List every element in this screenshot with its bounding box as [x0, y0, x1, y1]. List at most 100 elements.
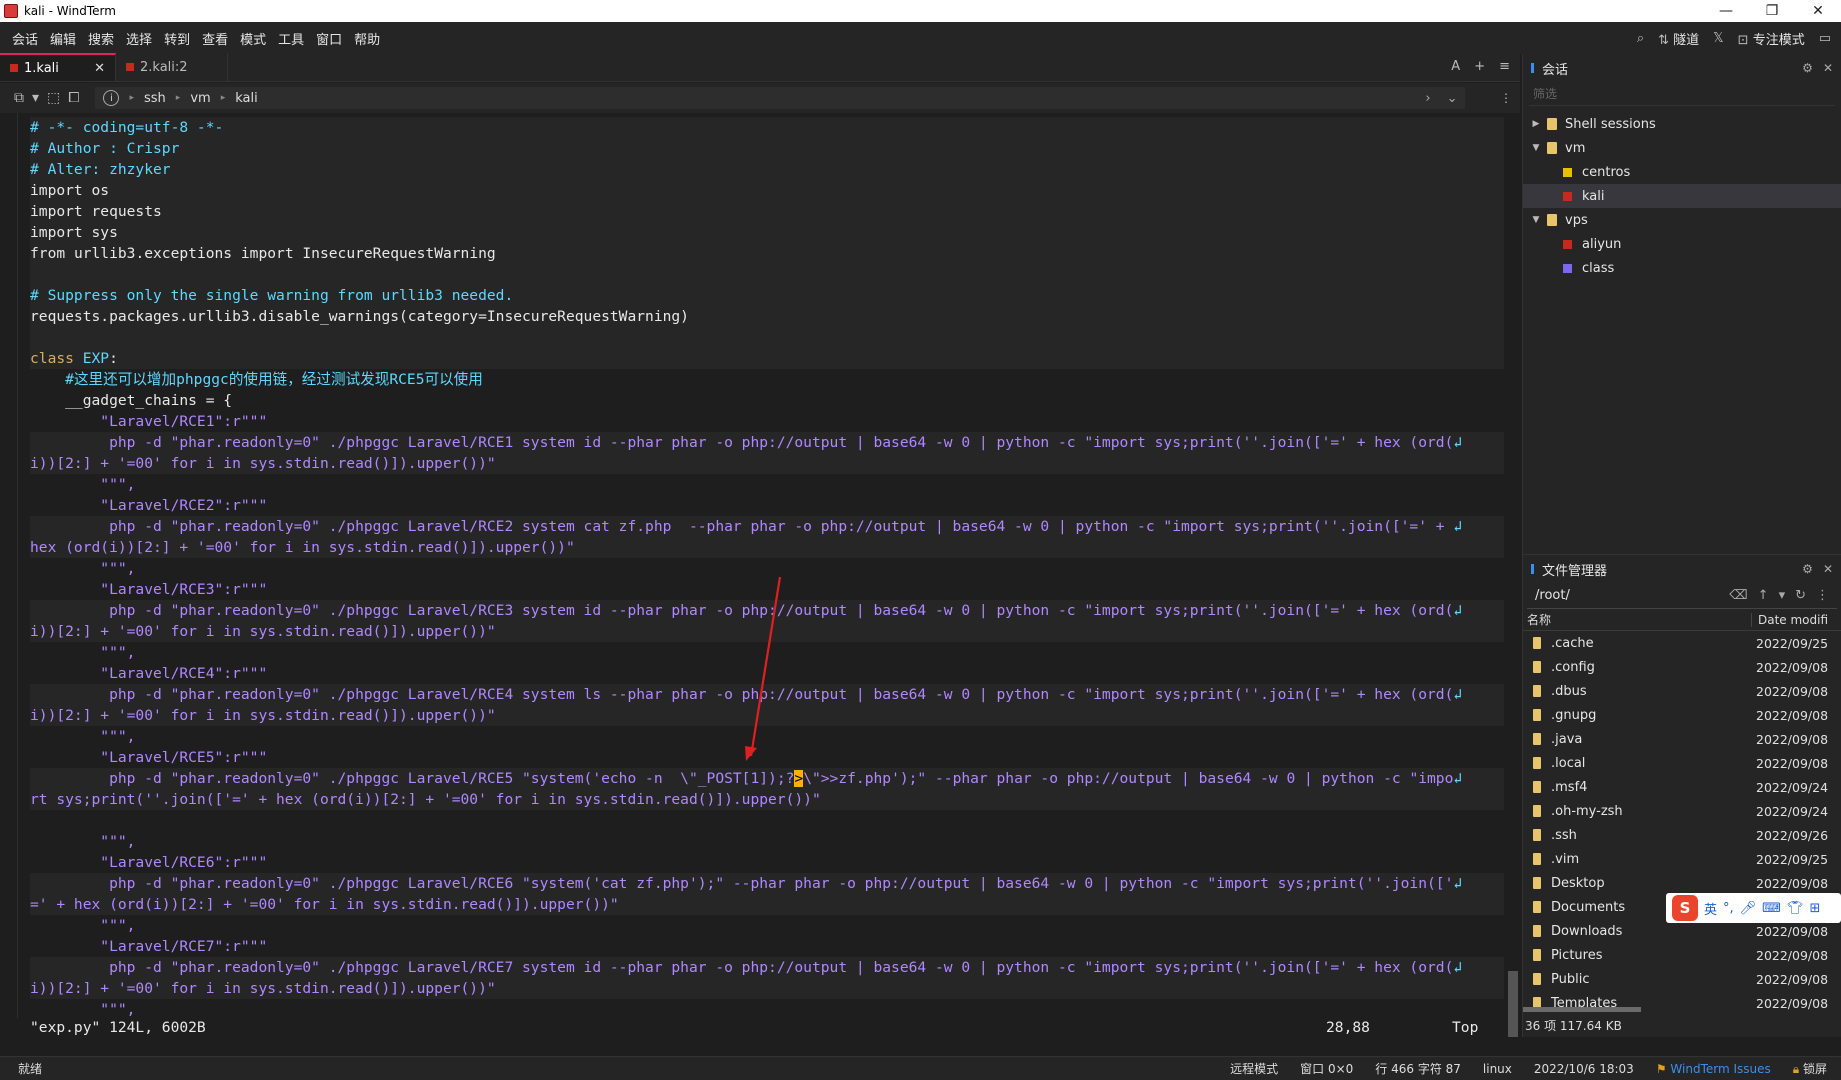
more-options-icon[interactable]: ⋮: [1500, 91, 1512, 105]
up-directory-icon[interactable]: ↑: [1758, 588, 1769, 603]
file-row[interactable]: Desktop 2022/09/08: [1523, 871, 1841, 895]
session-folder[interactable]: ▼ vps: [1523, 208, 1841, 232]
file-row[interactable]: .dbus 2022/09/08: [1523, 679, 1841, 703]
tab-kali-2[interactable]: 2.kali:2: [116, 53, 228, 81]
scrollbar-thumb[interactable]: [1523, 1007, 1641, 1012]
file-row[interactable]: .oh-my-zsh 2022/09/24: [1523, 799, 1841, 823]
close-icon[interactable]: ✕: [1823, 562, 1833, 576]
menu-mode[interactable]: 模式: [234, 29, 272, 48]
session-item[interactable]: centros: [1523, 160, 1841, 184]
more-options-icon[interactable]: ⋮: [1816, 588, 1829, 603]
code-token: i))[2:] + '=00' for i in sys.stdin.read(…: [30, 623, 496, 640]
menu-session[interactable]: 会话: [6, 29, 44, 48]
session-item[interactable]: kali: [1523, 184, 1841, 208]
menu-goto[interactable]: 转到: [158, 29, 196, 48]
breadcrumb-kali[interactable]: kali: [235, 91, 258, 106]
file-row[interactable]: Pictures 2022/09/08: [1523, 943, 1841, 967]
filter-placeholder: 筛选: [1533, 87, 1558, 101]
clear-icon[interactable]: ⌫: [1729, 588, 1747, 603]
tab-menu-button[interactable]: ≡: [1499, 59, 1510, 74]
close-icon[interactable]: ✕: [1823, 61, 1833, 75]
tunnel-button[interactable]: ⇅ 隧道: [1658, 29, 1699, 48]
ime-language[interactable]: 英: [1704, 899, 1717, 918]
tab-label: 2.kali:2: [140, 59, 188, 75]
datetime: 2022/10/6 18:03: [1533, 1061, 1634, 1076]
file-list-hscrollbar[interactable]: [1523, 1005, 1841, 1013]
file-row[interactable]: .gnupg 2022/09/08: [1523, 703, 1841, 727]
session-folder[interactable]: ▼ vm: [1523, 136, 1841, 160]
issues-link[interactable]: ⚑ WindTerm Issues: [1656, 1062, 1771, 1076]
code-line: import sys: [30, 222, 1504, 243]
info-icon[interactable]: i: [103, 90, 120, 106]
file-row[interactable]: .local 2022/09/08: [1523, 751, 1841, 775]
chevron-down-icon[interactable]: ▾: [1779, 588, 1786, 603]
tab-kali-1[interactable]: 1.kali ✕: [0, 53, 116, 81]
remote-mode[interactable]: 远程模式: [1230, 1060, 1278, 1077]
open-session-icon[interactable]: ⬚: [47, 90, 60, 106]
line-char-position[interactable]: 行 466 字符 87: [1375, 1060, 1461, 1077]
menu-window[interactable]: 窗口: [310, 29, 348, 48]
menu-tools[interactable]: 工具: [272, 29, 310, 48]
file-row[interactable]: .vim 2022/09/25: [1523, 847, 1841, 871]
tab-bar: 1.kali ✕ 2.kali:2 A + ≡: [0, 53, 1520, 82]
dropdown-icon[interactable]: ▾: [32, 90, 39, 106]
tree-label: Shell sessions: [1565, 116, 1656, 132]
skin-icon[interactable]: 👕︎: [1787, 901, 1804, 916]
search-icon[interactable]: ⌕: [1637, 31, 1644, 46]
code-token: """,: [30, 917, 136, 934]
terminal-editor[interactable]: # -*- coding=utf-8 -*- # Author : Crispr #…: [0, 113, 1520, 1018]
path-input[interactable]: /root/ ⌫ ↑ ▾ ↻ ⋮: [1527, 583, 1837, 609]
chevron-down-icon[interactable]: ▼: [1529, 215, 1543, 225]
scrollbar-thumb[interactable]: [1508, 971, 1518, 1037]
breadcrumb-vm[interactable]: vm: [190, 91, 210, 106]
file-row[interactable]: .java 2022/09/08: [1523, 727, 1841, 751]
close-tab-icon[interactable]: ✕: [94, 61, 105, 76]
breadcrumb-ssh[interactable]: ssh: [144, 91, 166, 106]
focus-mode-button[interactable]: ⊡ 专注模式: [1738, 29, 1805, 48]
menu-help[interactable]: 帮助: [348, 29, 386, 48]
keyboard-icon[interactable]: ⌨: [1762, 901, 1781, 916]
editor-scrollbar[interactable]: [1506, 113, 1520, 1038]
editor-gutter: [0, 113, 18, 1018]
menu-edit[interactable]: 编辑: [44, 29, 82, 48]
code-view[interactable]: # -*- coding=utf-8 -*- # Author : Crispr #…: [30, 117, 1504, 1018]
punctuation-icon[interactable]: °,: [1723, 901, 1734, 916]
menu-view[interactable]: 查看: [196, 29, 234, 48]
file-row[interactable]: Public 2022/09/08: [1523, 967, 1841, 991]
new-tab-button[interactable]: +: [1474, 59, 1485, 74]
panel-accent: [1531, 564, 1534, 574]
file-row[interactable]: .ssh 2022/09/26: [1523, 823, 1841, 847]
menu-search[interactable]: 搜索: [82, 29, 120, 48]
microphone-icon[interactable]: 🎤︎: [1740, 901, 1757, 916]
chevron-right-icon[interactable]: ▶: [1529, 119, 1543, 129]
code-token: ↲: [1453, 959, 1463, 976]
menu-select[interactable]: 选择: [120, 29, 158, 48]
column-date[interactable]: Date modifi: [1751, 612, 1828, 627]
gear-icon[interactable]: ⚙: [1802, 562, 1813, 576]
ime-toolbar[interactable]: S 英 °, 🎤︎ ⌨ 👕︎ ⊞: [1666, 893, 1841, 923]
close-window-button[interactable]: ✕: [1795, 0, 1841, 22]
x-icon[interactable]: 𝕏: [1713, 31, 1723, 46]
session-folder[interactable]: ▶ Shell sessions: [1523, 112, 1841, 136]
layout-icon[interactable]: ▭: [1819, 31, 1831, 46]
session-item[interactable]: aliyun: [1523, 232, 1841, 256]
new-session-icon[interactable]: ⧉: [14, 90, 24, 106]
file-row[interactable]: .config 2022/09/08: [1523, 655, 1841, 679]
chevron-down-icon[interactable]: ⌄: [1447, 91, 1458, 106]
refresh-icon[interactable]: ↻: [1795, 588, 1806, 603]
session-item[interactable]: class: [1523, 256, 1841, 280]
session-filter-input[interactable]: 筛选: [1529, 82, 1835, 106]
column-name[interactable]: 名称: [1527, 611, 1751, 628]
lock-screen-button[interactable]: 🔒︎ 锁屏: [1793, 1060, 1827, 1077]
duplicate-session-icon[interactable]: ⧠: [68, 90, 79, 106]
restore-button[interactable]: ❐: [1749, 0, 1795, 22]
chevron-down-icon[interactable]: ▼: [1529, 143, 1543, 153]
file-row[interactable]: .cache 2022/09/25: [1523, 631, 1841, 655]
gear-icon[interactable]: ⚙: [1802, 61, 1813, 75]
apps-grid-icon[interactable]: ⊞: [1809, 901, 1820, 916]
file-row[interactable]: .msf4 2022/09/24: [1523, 775, 1841, 799]
font-button[interactable]: A: [1451, 59, 1460, 74]
forward-icon[interactable]: ›: [1425, 91, 1430, 106]
minimize-button[interactable]: —: [1703, 0, 1749, 22]
file-name: .oh-my-zsh: [1551, 803, 1623, 819]
